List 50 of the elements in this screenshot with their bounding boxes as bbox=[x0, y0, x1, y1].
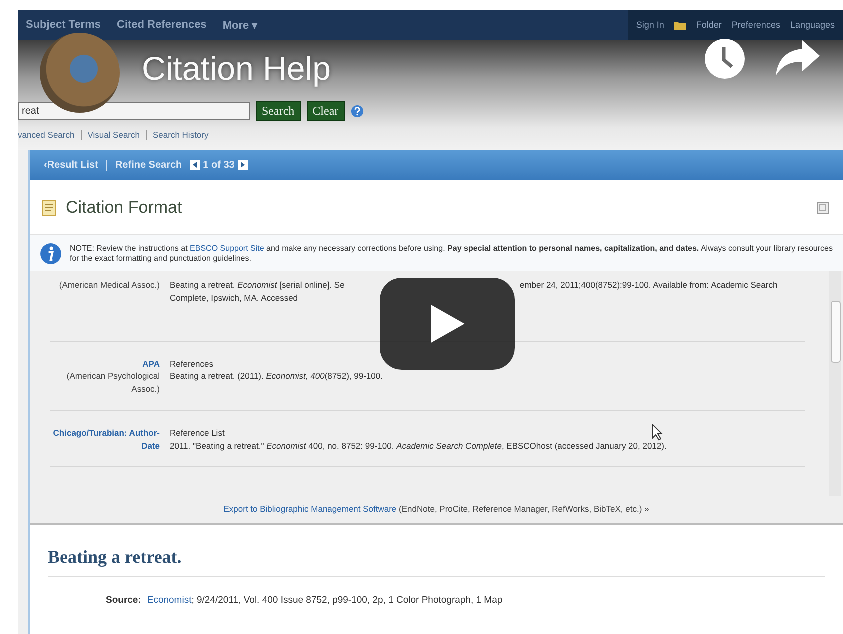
share-icon[interactable] bbox=[776, 40, 820, 76]
clock-icon[interactable] bbox=[704, 38, 746, 80]
citation-style-name: (American Psychological Assoc.) bbox=[66, 371, 160, 394]
support-site-link[interactable]: EBSCO Support Site bbox=[190, 244, 264, 253]
header-link[interactable]: Folder bbox=[696, 20, 722, 30]
nav-link[interactable]: More ▾ bbox=[222, 18, 258, 32]
result-list-link[interactable]: ‹Result List bbox=[44, 160, 98, 170]
document-icon bbox=[42, 200, 56, 216]
search-link[interactable]: Visual Search bbox=[80, 130, 140, 140]
source-label: Source: bbox=[106, 595, 142, 606]
nav-link[interactable]: Cited References bbox=[117, 19, 207, 31]
scrollbar-thumb[interactable] bbox=[831, 301, 841, 363]
citation-text: Complete, Ipswich, MA. Accessed bbox=[170, 292, 298, 304]
search-action-button[interactable]: Clear bbox=[306, 101, 345, 121]
source-text: Economist; 9/24/2011, Vol. 400 Issue 8752, p99-100, 2p, 1 Color Photograph, 1 Map bbox=[147, 595, 503, 606]
source-link[interactable]: Economist bbox=[147, 595, 192, 606]
next-icon[interactable] bbox=[238, 160, 248, 170]
citation-style-link[interactable]: APA bbox=[50, 358, 160, 370]
citation-text: Beating a retreat. (2011). Economist, 400(8752), 99-100. bbox=[170, 370, 383, 383]
play-button[interactable] bbox=[380, 278, 515, 370]
citation-text: 2011. "Beating a retreat." Economist 400, no. 8752: 99-100. Academic Search Complete, EBSCOhost (accessed January 20, 2012). bbox=[170, 440, 667, 452]
header-link[interactable]: Sign In bbox=[636, 20, 664, 30]
folder-icon bbox=[674, 20, 686, 30]
info-icon bbox=[40, 243, 62, 265]
panel-title: Citation Format bbox=[66, 198, 184, 218]
citation-text: ember 24, 2011;400(8752):99-100. Available from: Academic Search bbox=[520, 279, 778, 292]
play-icon bbox=[430, 305, 464, 343]
record-title: Beating a retreat. bbox=[48, 547, 825, 577]
search-link[interactable]: vanced Search bbox=[18, 130, 75, 140]
citation-style-link[interactable]: Chicago/Turabian: Author-Date bbox=[50, 426, 160, 452]
header-link[interactable]: Preferences bbox=[732, 20, 780, 30]
citation-heading: Reference List bbox=[170, 426, 225, 440]
citation-style-name: (American Medical Assoc.) bbox=[59, 280, 160, 290]
refine-search-link[interactable]: Refine Search bbox=[106, 160, 182, 170]
video-title[interactable]: Citation Help bbox=[142, 50, 331, 88]
note-text: NOTE: Review the instructions at EBSCO Support Site and make any necessary corrections before using. Pay special attention to personal names, capitalization, and dates. Always consult your library resources for the exact formatting and punctuation guidelines. bbox=[70, 244, 833, 264]
export-link[interactable]: Export to Bibliographic Management Software bbox=[224, 504, 397, 514]
cursor-icon bbox=[652, 424, 664, 441]
citation-text: Beating a retreat. Economist [serial online]. Se bbox=[170, 279, 346, 292]
export-text: Export to Bibliographic Management Software (EndNote, ProCite, Reference Manager, RefWorks, BibTeX, etc.) » bbox=[224, 504, 650, 514]
header-link[interactable]: Languages bbox=[790, 20, 835, 30]
record-position: 1 of 33 bbox=[203, 160, 235, 170]
search-link[interactable]: Search History bbox=[146, 130, 209, 140]
help-icon[interactable] bbox=[350, 104, 364, 118]
citation-heading: References bbox=[170, 358, 214, 370]
previous-icon[interactable] bbox=[190, 160, 200, 170]
nav-link[interactable]: Subject Terms bbox=[26, 19, 101, 31]
scrollbar[interactable] bbox=[829, 271, 841, 496]
search-action-button[interactable]: Search bbox=[256, 101, 301, 121]
search-field[interactable]: reat bbox=[18, 102, 250, 120]
